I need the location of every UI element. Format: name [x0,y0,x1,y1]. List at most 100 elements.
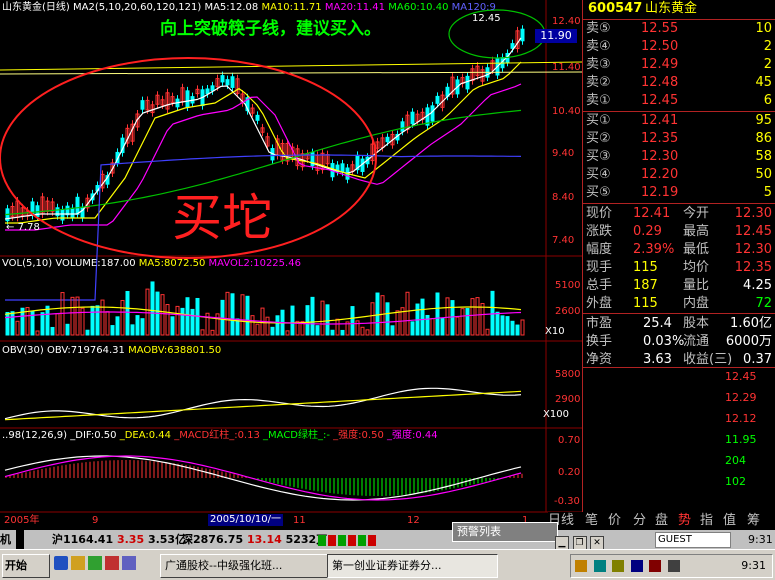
folder-icon[interactable] [71,556,85,570]
period-label: (日线) [42,2,70,13]
candle-body [140,100,145,110]
current-price-tag: 11.90 [535,29,577,43]
sell-price: 12.45 [641,93,679,108]
buy-price: 12.30 [641,149,679,164]
volume-bar [135,315,140,336]
candle-body [220,75,225,83]
volume-bar [140,318,145,336]
stat-label: 幅度 [586,242,613,257]
quote-panel: 600547 山东黄金 卖⑤ 12.55 10 卖④ 12.50 2 卖③ 12.49 2 卖② 1… [582,0,775,530]
candle-body [255,114,260,121]
fin-value: 6000万 [725,334,772,349]
volume-bar [75,296,80,336]
volume-bar [145,288,150,336]
taskbar-window-1[interactable]: 广通股校--中级强化班... [160,554,329,578]
tick-row: 12.12 [583,410,775,428]
candle-body [465,75,470,90]
tray-icon[interactable] [612,560,624,572]
app-icon[interactable] [88,556,102,570]
ma-params: MA2(5,10,20,60,120,121) [73,2,202,13]
sh-index-value: 沪1164.41 [52,533,114,546]
tray-icon[interactable] [630,560,643,572]
volume-bar [255,323,260,336]
volume-bar [210,329,215,336]
tick-row: 12.45 [583,368,775,386]
time-label: 2005年 [4,515,40,526]
view-tab[interactable]: 笔 [585,512,598,530]
buy-row: 买② 12.35 86 [583,130,775,148]
speaker-icon[interactable] [667,560,680,572]
ma20-value: MA20:11.41 [324,2,386,13]
view-tab[interactable]: 指 [700,512,713,530]
stat-row: 现价 12.41 今开 12.30 [583,205,775,223]
sell-volume: 2 [763,57,772,72]
app-icon[interactable] [122,556,136,570]
stat-value: 4.25 [743,278,772,293]
stat-label: 最高 [683,224,710,239]
buy-volume: 5 [763,185,772,200]
sz-index-value: 深2876.75 [182,533,244,546]
vol-ma10: MAVOL2:10225.46 [208,258,301,269]
taskbar-window-2[interactable]: 第一创业证券证券分... [327,554,498,578]
volume-bar [35,330,40,336]
stat-value: 12.30 [734,206,772,221]
volume-bar [505,316,510,336]
macd-tick: 0.20 [558,467,581,478]
view-tab[interactable]: 值 [723,512,736,530]
sz-index[interactable]: 深2876.75 13.14 5232万 [182,530,327,549]
view-tab[interactable]: 势 [678,512,691,530]
buy-volume: 86 [755,131,772,146]
volume-bar [185,297,190,336]
volume-bar [380,295,385,336]
volume-bar [215,313,220,336]
sh-index[interactable]: 沪1164.41 3.35 3.53亿 [52,530,186,549]
status-clock: 9:31 [748,533,773,546]
app-icon[interactable] [105,556,119,570]
tray-icon[interactable] [575,560,587,572]
minimize-icon[interactable]: ▁ [555,536,569,550]
restore-icon[interactable]: ❐ [572,536,587,550]
volume-bar [115,316,120,336]
start-button[interactable]: 开始 [2,554,50,578]
stat-value: 0.29 [633,224,662,239]
alert-list-popup[interactable]: 预警列表 [452,522,558,542]
candle-body [510,43,515,49]
tick-value: 12.12 [725,412,757,425]
sell-row: 卖⑤ 12.55 10 [583,20,775,38]
vol-scale: X10 [545,326,565,337]
low-price-value: 7.78 [17,222,40,233]
view-tab[interactable]: 盘 [655,512,668,530]
buy-level-label: 买① [586,113,611,128]
tray-icon[interactable] [593,560,606,572]
view-tab[interactable]: 分 [633,512,646,530]
vol-ma5: MA5:8072.50 [138,258,206,269]
ie-icon[interactable] [54,556,68,570]
sell-price: 12.48 [641,75,679,90]
macd-red-bar: _MACD红柱_:0.13 [174,430,260,441]
macd-title: ..98(12,26,9) [2,430,68,441]
tray-icon[interactable] [649,560,661,572]
view-tab[interactable]: 价 [608,512,621,530]
obv-scale: X100 [543,409,569,420]
buy-level-label: 买② [586,131,611,146]
stock-name-title: 山东黄金 [2,2,42,13]
sell-price: 12.49 [641,57,679,72]
sell-row: 卖③ 12.49 2 [583,56,775,74]
taskbar-window-2-label: 第一创业证券证券分... [332,559,442,572]
stock-code: 600547 [588,1,643,16]
cursor-date: 2005/10/10/一 [208,514,284,526]
sell-level-label: 卖② [586,75,611,90]
close-icon[interactable]: ✕ [590,536,604,550]
volume-bar [330,329,335,336]
volume-bar [405,291,410,336]
volume-bar [65,323,70,336]
chart-area[interactable]: 山东黄金(日线) MA2(5,10,20,60,120,121) MA5:12.… [0,0,582,530]
user-field[interactable]: GUEST [655,532,731,548]
stock-name: 山东黄金 [645,1,698,16]
volume-bar [450,300,455,336]
volume-bar [310,296,315,336]
ma120-value: MA120:9 [451,2,496,13]
volume-bar [180,307,185,336]
view-tab[interactable]: 筹 [747,512,760,530]
candle-body [520,28,525,42]
